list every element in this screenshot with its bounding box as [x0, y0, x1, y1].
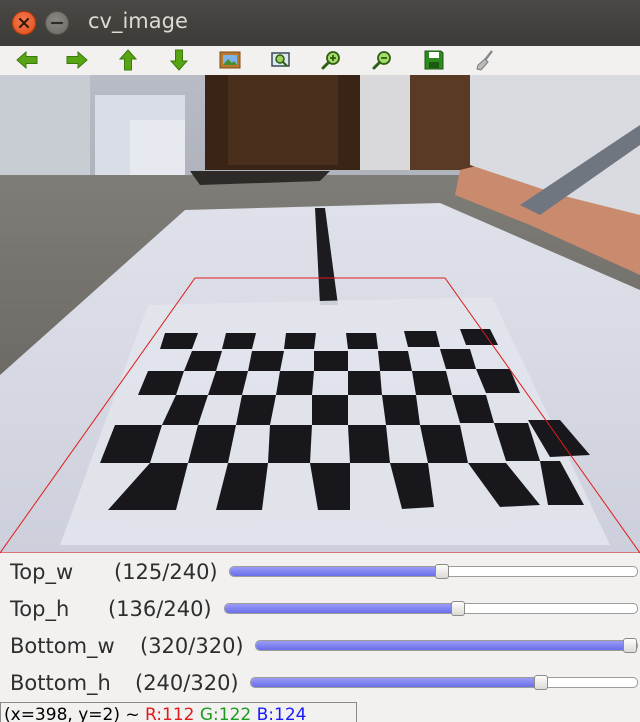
arrow-left-icon — [16, 50, 38, 70]
trackbar-label: Bottom_h — [10, 671, 111, 695]
window-title: cv_image — [88, 9, 188, 33]
zoom-in-icon — [321, 51, 340, 70]
trackbar-bottom-w[interactable]: Bottom_w (320/320) — [0, 628, 640, 665]
arrow-up-icon — [118, 49, 138, 71]
slider-handle[interactable] — [451, 601, 466, 616]
status-blue-value: B:124 — [251, 705, 307, 722]
trackbar-label: Bottom_w — [10, 634, 115, 658]
camera-image — [0, 75, 640, 553]
status-coords: (x=398, y=2) ~ — [4, 705, 145, 722]
save-icon — [424, 50, 444, 70]
arrow-down-icon — [169, 49, 189, 71]
trackbar-bottom-h[interactable]: Bottom_h (240/320) — [0, 665, 640, 702]
slider-handle[interactable] — [434, 564, 449, 579]
properties-button[interactable] — [472, 49, 498, 73]
zoom-out-button[interactable] — [370, 49, 396, 73]
slider-handle[interactable] — [623, 638, 637, 653]
save-button[interactable] — [421, 49, 447, 73]
zoom-fit-button[interactable] — [217, 49, 243, 73]
slider-handle[interactable] — [533, 675, 548, 690]
slider-fill — [230, 567, 442, 576]
status-bar: (x=398, y=2) ~ R:112 G:122 B:124 — [0, 702, 357, 722]
close-icon — [18, 17, 30, 29]
trackbar-value: (136/240) — [108, 597, 212, 621]
slider-fill — [256, 641, 637, 650]
trackbar-label: Top_h — [10, 597, 70, 621]
pan-right-button[interactable] — [64, 49, 90, 73]
trackbar-top-w[interactable]: Top_w (125/240) — [0, 554, 640, 591]
zoom-in-button[interactable] — [319, 49, 345, 73]
close-button[interactable] — [12, 11, 36, 35]
status-red-value: R:112 — [145, 705, 195, 722]
zoom-region-button[interactable] — [268, 49, 294, 73]
pan-down-button[interactable] — [166, 49, 192, 73]
minimize-icon — [50, 21, 64, 25]
slider-track[interactable] — [224, 601, 638, 616]
title-bar: cv_image — [0, 0, 640, 46]
toolbar — [0, 46, 640, 76]
trackbar-value: (125/240) — [114, 560, 218, 584]
trackbar-value: (320/320) — [140, 634, 244, 658]
image-display[interactable] — [0, 75, 640, 553]
pan-left-button[interactable] — [14, 49, 40, 73]
picture-icon — [219, 51, 241, 69]
zoom-out-icon — [372, 51, 391, 70]
trackbar-value: (240/320) — [135, 671, 239, 695]
minimize-button[interactable] — [45, 11, 69, 35]
slider-fill — [251, 678, 541, 687]
slider-track[interactable] — [250, 675, 638, 690]
slider-track[interactable] — [255, 638, 638, 653]
trackbar-label: Top_w — [10, 560, 74, 584]
arrow-right-icon — [66, 50, 88, 70]
pan-up-button[interactable] — [115, 49, 141, 73]
slider-track[interactable] — [229, 564, 638, 579]
brush-icon — [476, 50, 493, 71]
status-green-value: G:122 — [194, 705, 252, 722]
trackbar-top-h[interactable]: Top_h (136/240) — [0, 591, 640, 628]
zoom-region-icon — [271, 52, 290, 67]
slider-fill — [225, 604, 459, 613]
